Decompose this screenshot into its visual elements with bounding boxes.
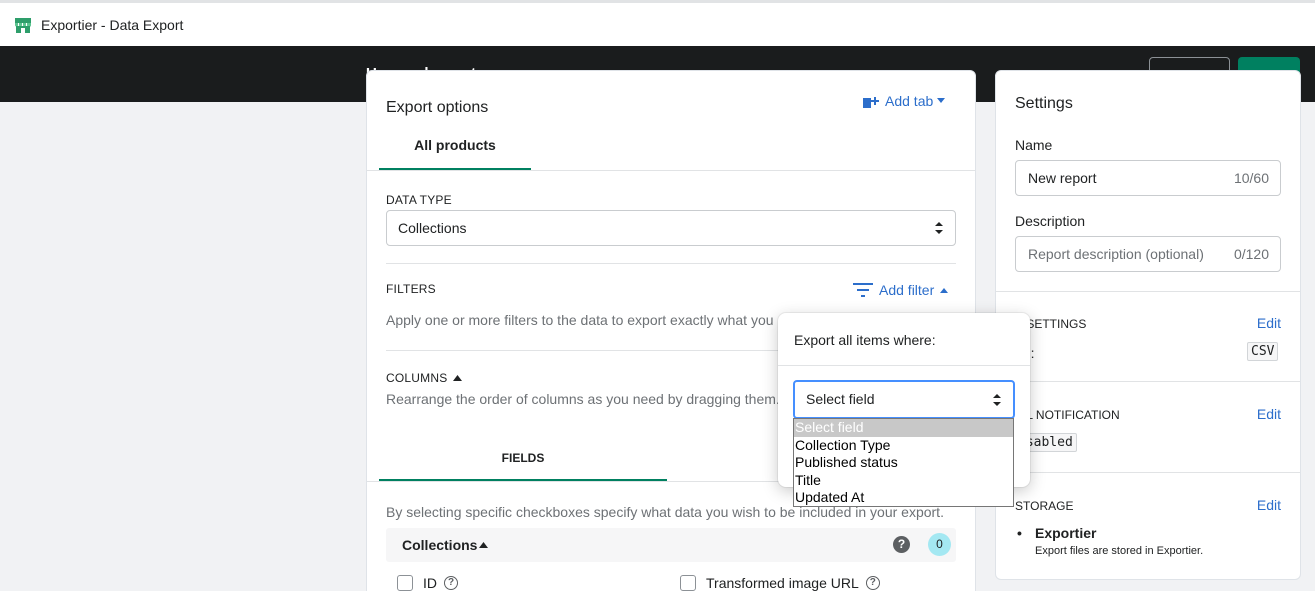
filters-helper: Apply one or more filters to the data to…: [386, 312, 774, 328]
checkbox-box[interactable]: [397, 575, 413, 591]
storage-item: Exportier: [1017, 525, 1096, 541]
option-select-field[interactable]: Select field: [794, 419, 1013, 437]
add-filter-label: Add filter: [879, 282, 935, 298]
columns-helper: Rearrange the order of columns as you ne…: [386, 391, 780, 407]
caret-down-icon: [937, 98, 946, 103]
filters-label: FILTERS: [386, 282, 436, 296]
storage-note: Export files are stored in Exportier.: [1035, 545, 1204, 557]
checkbox-label: ID: [423, 575, 437, 591]
collections-group-header[interactable]: Collections ? 0: [386, 528, 956, 562]
add-filter-button[interactable]: Add filter: [853, 282, 949, 298]
store-icon: [15, 17, 31, 33]
option-collection-type[interactable]: Collection Type: [794, 437, 1013, 455]
tabs-divider: [367, 170, 975, 171]
columns-toggle[interactable]: COLUMNS: [386, 371, 463, 385]
collections-group-label: Collections: [402, 537, 478, 553]
caret-up-icon: [453, 375, 463, 381]
storage-heading: STORAGE: [1015, 499, 1074, 513]
description-label: Description: [1015, 213, 1086, 229]
popover-divider: [778, 365, 1030, 366]
checkbox-box[interactable]: [680, 575, 696, 591]
name-char-count: 10/60: [1233, 170, 1269, 186]
storage-edit-link[interactable]: Edit: [1257, 497, 1281, 513]
question-icon[interactable]: ?: [865, 576, 880, 590]
data-type-value: Collections: [398, 220, 467, 236]
caret-up-icon: [940, 288, 949, 293]
select-arrows-icon: [993, 394, 1001, 406]
field-options-list: Select field Collection Type Published s…: [793, 418, 1014, 507]
selected-count-badge: 0: [928, 533, 951, 556]
settings-divider: [996, 291, 1300, 292]
select-arrows-icon: [935, 222, 943, 234]
checkbox-label: Transformed image URL: [706, 575, 859, 591]
add-tab-label: Add tab: [885, 93, 934, 109]
description-field[interactable]: Report description (optional) 0/120: [1015, 236, 1281, 272]
tab-fields[interactable]: FIELDS: [379, 436, 667, 482]
field-select[interactable]: Select field: [793, 380, 1015, 419]
description-placeholder: Report description (optional): [1028, 246, 1204, 262]
data-type-label: DATA TYPE: [386, 193, 452, 207]
add-tab-icon: [863, 97, 879, 108]
checkbox-transformed-image-url[interactable]: Transformed image URL ?: [680, 575, 880, 591]
app-title: Exportier - Data Export: [41, 16, 184, 33]
file-settings-edit-link[interactable]: Edit: [1257, 315, 1281, 331]
data-type-select[interactable]: Collections: [386, 210, 956, 246]
name-value: New report: [1028, 170, 1097, 186]
caret-up-icon: [479, 542, 488, 548]
section-divider: [386, 263, 956, 264]
settings-title: Settings: [1015, 95, 1073, 112]
name-field[interactable]: New report 10/60: [1015, 160, 1281, 196]
name-label: Name: [1015, 137, 1053, 153]
columns-label: COLUMNS: [386, 371, 448, 385]
option-title[interactable]: Title: [794, 472, 1013, 490]
settings-card: Settings Name New report 10/60 Descripti…: [995, 70, 1301, 580]
popover-heading: Export all items where:: [794, 332, 936, 348]
description-char-count: 0/120: [1233, 246, 1269, 262]
export-options-title: Export options: [386, 99, 489, 116]
email-notification-heading: AIL NOTIFICATION: [1015, 408, 1120, 422]
help-icon[interactable]: ?: [893, 536, 910, 553]
filter-icon: [853, 283, 873, 297]
settings-divider: [996, 472, 1300, 473]
email-notification-edit-link[interactable]: Edit: [1257, 406, 1281, 422]
tab-all-products[interactable]: All products: [379, 128, 531, 171]
option-updated-at[interactable]: Updated At: [794, 489, 1013, 507]
option-published-status[interactable]: Published status: [794, 454, 1013, 472]
app-title-bar: Exportier - Data Export: [0, 0, 1315, 46]
add-tab-button[interactable]: Add tab: [863, 93, 946, 109]
file-type-value: CSV: [1247, 342, 1279, 361]
settings-divider: [996, 381, 1300, 382]
question-icon[interactable]: ?: [444, 576, 458, 590]
checkbox-id[interactable]: ID ?: [397, 575, 458, 591]
field-select-value: Select field: [806, 391, 875, 407]
